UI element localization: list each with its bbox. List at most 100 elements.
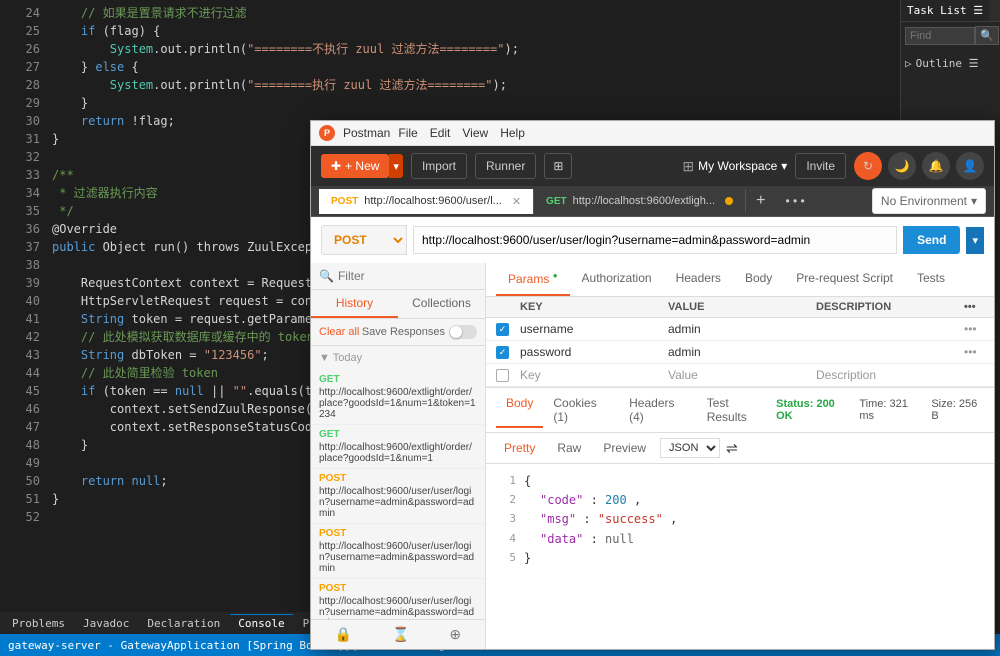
raw-tab[interactable]: Raw — [549, 437, 589, 459]
clear-all-button[interactable]: Clear all — [319, 326, 359, 338]
menu-file[interactable]: File — [398, 126, 417, 140]
col-check — [496, 301, 520, 313]
history-item[interactable]: GEThttp://localhost:9600/extlight/order/… — [311, 425, 485, 469]
bottom-tab-declaration[interactable]: Declaration — [139, 615, 228, 632]
checkbox-2[interactable]: ✓ — [496, 346, 509, 359]
bottom-tab-console[interactable]: Console — [230, 614, 292, 632]
invite-button[interactable]: Invite — [795, 153, 846, 179]
row-value-placeholder[interactable]: Value — [668, 368, 816, 382]
response-cookies-tab[interactable]: Cookies (1) — [543, 392, 619, 428]
format-icon[interactable]: ⇌ — [726, 440, 738, 457]
postman-sidebar: 🔍 History Collections Clear all Save Res… — [311, 263, 486, 649]
send-dropdown[interactable]: ▾ — [966, 227, 984, 254]
history-tab[interactable]: History — [311, 290, 398, 318]
url-input[interactable] — [413, 226, 897, 254]
new-button[interactable]: ✚ + New — [321, 154, 389, 178]
row-key-placeholder[interactable]: Key — [520, 368, 668, 382]
runner-button[interactable]: Runner — [475, 153, 536, 179]
json-brace-close: } — [524, 549, 531, 568]
line-content: /** — [52, 166, 74, 184]
bottom-tab-problems[interactable]: Problems — [4, 615, 73, 632]
headers-tab[interactable]: Headers — [664, 263, 733, 296]
response-test-results-tab[interactable]: Test Results — [697, 392, 776, 428]
postman-main: Params ● Authorization Headers Body Pre-… — [486, 263, 994, 649]
line-content: // 此处模拟获取数据库或缓存中的 token — [52, 328, 314, 346]
table-header: KEY VALUE DESCRIPTION ••• — [486, 297, 994, 318]
row-check-1[interactable]: ✓ — [496, 323, 520, 336]
sidebar-icon-3[interactable]: ⊕ — [447, 624, 463, 645]
response-tabs: Body Cookies (1) Headers (4) Test Result… — [496, 392, 776, 428]
postman-menus: File Edit View Help — [398, 126, 525, 140]
json-indent: "data" : null — [540, 530, 634, 549]
filter-input[interactable] — [338, 269, 493, 283]
row-value-1[interactable]: admin — [668, 322, 816, 336]
environment-selector[interactable]: No Environment ▾ — [872, 188, 986, 214]
checkbox-empty — [496, 369, 509, 382]
filter-icon: 🔍 — [319, 269, 334, 283]
bell-icon[interactable]: 🔔 — [922, 152, 950, 180]
line-content: RequestContext context = RequestCo — [52, 274, 327, 292]
import-button[interactable]: Import — [411, 153, 467, 179]
close-tab-post[interactable]: ✕ — [512, 195, 521, 208]
new-dropdown[interactable]: ▾ — [389, 154, 403, 178]
row-more-2[interactable]: ••• — [964, 345, 984, 359]
workspace-selector[interactable]: ⊞ My Workspace ▾ — [682, 158, 787, 175]
row-desc-placeholder[interactable]: Description — [816, 368, 964, 382]
moon-icon[interactable]: 🌙 — [888, 152, 916, 180]
extra-button[interactable]: ⊞ — [544, 153, 572, 179]
bottom-tab-javadoc[interactable]: Javadoc — [75, 615, 137, 632]
send-button[interactable]: Send — [903, 226, 960, 254]
method-label-get: GET — [546, 196, 567, 207]
menu-edit[interactable]: Edit — [430, 126, 451, 140]
checkbox-1[interactable]: ✓ — [496, 323, 509, 336]
format-type-select[interactable]: JSON XML HTML Text — [660, 438, 720, 458]
editor-line: 24 // 如果是置景请求不进行过滤 — [0, 4, 1000, 22]
row-value-2[interactable]: admin — [668, 345, 816, 359]
more-tabs-button[interactable]: • • • — [775, 188, 814, 214]
response-headers-tab[interactable]: Headers (4) — [619, 392, 697, 428]
row-more-1[interactable]: ••• — [964, 322, 984, 336]
row-key-2[interactable]: password — [520, 345, 668, 359]
json-key-msg: "msg" — [540, 512, 576, 526]
line-number: 46 — [8, 400, 40, 418]
user-icon[interactable]: 👤 — [956, 152, 984, 180]
response-body-tab[interactable]: Body — [496, 392, 543, 428]
params-tab[interactable]: Params ● — [496, 263, 570, 296]
collections-tab[interactable]: Collections — [398, 290, 485, 318]
task-list-tab[interactable]: Task List ☰ — [901, 0, 989, 21]
sidebar-icon-2[interactable]: ⌛ — [390, 624, 411, 645]
history-item[interactable]: GEThttp://localhost:9600/extlight/order/… — [311, 370, 485, 425]
postman-content: 🔍 History Collections Clear all Save Res… — [311, 263, 994, 649]
menu-view[interactable]: View — [462, 126, 488, 140]
postman-logo: P — [319, 125, 335, 141]
find-button[interactable]: 🔍 — [975, 26, 999, 45]
preview-tab[interactable]: Preview — [595, 437, 654, 459]
find-input[interactable] — [905, 27, 975, 45]
history-item[interactable]: POSThttp://localhost:9600/user/user/logi… — [311, 469, 485, 524]
line-num: 5 — [496, 549, 516, 568]
row-key-1[interactable]: username — [520, 322, 668, 336]
editor-line: 29 } — [0, 94, 1000, 112]
add-tab-button[interactable]: + — [746, 186, 775, 216]
refresh-icon[interactable]: ↻ — [854, 152, 882, 180]
col-desc: DESCRIPTION — [816, 301, 964, 313]
tests-tab[interactable]: Tests — [905, 263, 957, 296]
line-content: System.out.println("========不执行 zuul 过滤方… — [52, 40, 519, 58]
sidebar-icon-1[interactable]: 🔒 — [333, 624, 354, 645]
authorization-tab[interactable]: Authorization — [570, 263, 664, 296]
line-content: } else { — [52, 58, 139, 76]
menu-help[interactable]: Help — [500, 126, 525, 140]
pre-request-tab[interactable]: Pre-request Script — [784, 263, 905, 296]
body-tab[interactable]: Body — [733, 263, 784, 296]
workspace-chevron: ▾ — [781, 159, 787, 173]
history-item[interactable]: POSThttp://localhost:9600/user/user/logi… — [311, 579, 485, 619]
response-meta: Status: 200 OK Time: 321 ms Size: 256 B — [776, 398, 984, 422]
request-tab-get[interactable]: GET http://localhost:9600/extligh... — [534, 189, 746, 213]
method-selector[interactable]: POST GET PUT DELETE — [321, 225, 407, 255]
save-toggle[interactable] — [449, 325, 477, 339]
history-item[interactable]: POSThttp://localhost:9600/user/user/logi… — [311, 524, 485, 579]
line-content: public Object run() throws ZuulExcept — [52, 238, 319, 256]
request-tab-post[interactable]: POST http://localhost:9600/user/l... ✕ — [319, 189, 534, 214]
pretty-tab[interactable]: Pretty — [496, 437, 543, 459]
row-check-2[interactable]: ✓ — [496, 346, 520, 359]
